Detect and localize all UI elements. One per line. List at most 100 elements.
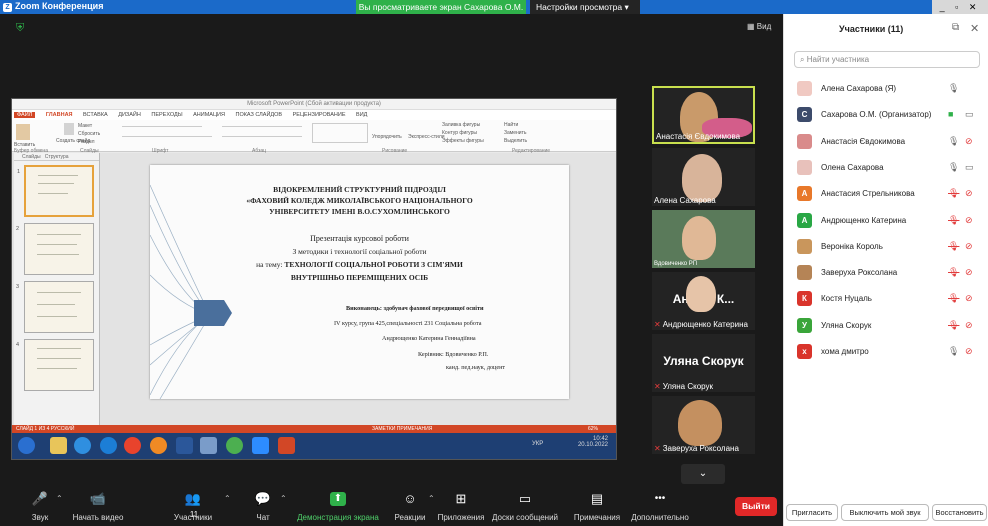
avatar: С (797, 107, 812, 123)
video-tile[interactable]: Алена Сахарова (652, 148, 755, 206)
font-box[interactable] (122, 126, 202, 127)
restore-button[interactable]: Восстановить (932, 504, 987, 521)
ribbon-item[interactable]: Упорядочить (372, 134, 402, 140)
apps-button[interactable]: ⊞ Приложения (436, 486, 486, 526)
caret-up-icon[interactable]: ⌃ (56, 494, 63, 503)
more-button[interactable]: ••• Дополнительно (628, 486, 692, 526)
caret-up-icon[interactable]: ⌃ (428, 494, 435, 503)
ppt-tab[interactable]: ВИД (356, 112, 367, 118)
ppt-tab[interactable]: ПОКАЗ СЛАЙДОВ (235, 112, 282, 118)
participant-search-input[interactable]: ⌕ Найти участника (794, 51, 980, 68)
mute-me-button[interactable]: Выключить мой звук (841, 504, 929, 521)
ribbon-item[interactable]: Контур фигуры (442, 130, 477, 136)
leave-button[interactable]: Выйти (735, 497, 777, 516)
ppt-zoom-level[interactable]: 62% (588, 425, 598, 433)
teams-icon[interactable] (100, 437, 117, 454)
start-icon[interactable] (18, 437, 35, 454)
ppt-tab[interactable]: РЕЦЕНЗИРОВАНИЕ (293, 112, 346, 118)
participant-row[interactable]: х хома дмитро 🎙 ⊘ (784, 339, 988, 365)
ppt-status-text: СЛАЙД 1 ИЗ 4 РУССКИЙ (16, 426, 75, 432)
video-tile[interactable]: Вдовиченко РП (652, 210, 755, 268)
participant-row[interactable]: К Костя Нуцаль 🎙 ⊘ (784, 286, 988, 312)
participant-row[interactable]: Анастасія Євдокимова 🎙 ⊘ (784, 129, 988, 155)
scroll-down-chevron-icon[interactable]: ⌄ (681, 464, 725, 484)
video-off-icon: ⊘ (965, 135, 973, 146)
invite-button[interactable]: Пригласить (786, 504, 838, 521)
slide-thumbnail[interactable]: 2 (16, 223, 94, 275)
participant-row[interactable]: Заверуха Роксолана 🎙 ⊘ (784, 260, 988, 286)
ribbon-item[interactable]: Макет (78, 123, 92, 129)
explorer-icon[interactable] (50, 437, 67, 454)
slide-thumbnail[interactable]: 1 (17, 165, 94, 217)
video-tile[interactable]: Уляна Скорук ✕ Уляна Скорук (652, 334, 755, 392)
slide-thumbnail[interactable]: 4 (16, 339, 94, 391)
ribbon-item[interactable]: Раздел (78, 139, 95, 145)
chat-button[interactable]: 💬 ⌃ Чат (246, 486, 287, 526)
ppt-tab[interactable]: ДИЗАЙН (118, 112, 141, 118)
ppt-tab[interactable]: ФАЙЛ (14, 112, 36, 118)
new-slide-icon[interactable] (64, 123, 74, 135)
video-tile[interactable]: Андр... К... ✕Андрющенко Катерина (652, 272, 755, 330)
ribbon-item[interactable]: Сбросить (78, 131, 100, 137)
caret-up-icon[interactable]: ⌃ (280, 494, 287, 503)
chrome-icon[interactable] (226, 437, 243, 454)
mic-muted-icon: 🎙 (948, 188, 960, 199)
ribbon-item[interactable]: Экспресс-стили (408, 134, 445, 140)
close-icon[interactable]: ✕ (970, 22, 979, 35)
video-tile[interactable]: ✕ Заверуха Роксолана (652, 396, 755, 454)
participant-row[interactable]: С Сахарова О.М. (Организатор) ■ ▭ (784, 102, 988, 128)
ppt-tab[interactable]: ПЕРЕХОДЫ (151, 112, 182, 118)
thumbs-tab[interactable]: Слайды (22, 154, 41, 160)
files-icon[interactable] (200, 437, 217, 454)
thumbs-header: Слайды Структура (14, 153, 99, 161)
share-screen-button[interactable]: ⬆ Демонстрация экрана (296, 486, 380, 526)
notes-button[interactable]: ▤ Примечания (568, 486, 626, 526)
shapes-gallery[interactable] (312, 123, 368, 143)
ribbon-item[interactable]: Найти (504, 122, 518, 128)
window-controls[interactable]: _ ▫ ✕ (932, 0, 988, 14)
participant-row[interactable]: А Анастасия Стрельникова 🎙 ⊘ (784, 181, 988, 207)
caret-up-icon[interactable]: ⌃ (224, 494, 231, 503)
whiteboards-button[interactable]: ▭ Доски сообщений (492, 486, 558, 526)
audio-button[interactable]: 🎤 ⌃ Звук (20, 486, 63, 526)
view-options-button[interactable]: Настройки просмотра ▾ (530, 0, 640, 14)
video-tile[interactable]: Анастасія Євдокимова (652, 86, 755, 144)
taskbar-lang[interactable]: УКР (532, 441, 543, 447)
opera-icon[interactable] (124, 437, 141, 454)
paste-icon[interactable] (16, 124, 30, 140)
slide-heading-line: УНІВЕРСИТЕТУ ІМЕНІ В.О.СУХОМЛИНСЬКОГО (269, 207, 450, 216)
slide-supervisor-line: Керівник: Вдовиченко Р.П. (418, 351, 489, 358)
ribbon-item[interactable]: Эффекты фигуры (442, 138, 484, 144)
reactions-button[interactable]: ☺ ⌃ Реакции (390, 486, 435, 526)
participants-button[interactable]: 👥11 ⌃ Участники (168, 486, 231, 526)
participant-row[interactable]: Вероніка Король 🎙 ⊘ (784, 234, 988, 260)
slide-canvas[interactable]: ВІДОКРЕМЛЕНИЙ СТРУКТУРНИЙ ПІДРОЗДІЛ «ФАХ… (150, 165, 569, 399)
powerpoint-icon[interactable] (278, 437, 295, 454)
firefox-icon[interactable] (150, 437, 167, 454)
slide-thumbnail[interactable]: 3 (16, 281, 94, 333)
participant-row[interactable]: А Андрющенко Катерина 🎙 ⊘ (784, 208, 988, 234)
slide-presentation-line: З методики і технології соціальної робот… (292, 247, 427, 256)
edge-icon[interactable] (74, 437, 91, 454)
participant-row[interactable]: Алена Сахарова (Я) 🎙 (784, 76, 988, 102)
video-off-icon: ⊘ (965, 267, 973, 278)
popout-icon[interactable]: ⧉ (952, 22, 959, 33)
participant-video (678, 400, 722, 446)
thumb-line (38, 183, 74, 184)
participant-row[interactable]: Олена Сахарова 🎙 ▭ (784, 155, 988, 181)
encryption-shield-icon[interactable]: ⛨ (16, 22, 26, 34)
word-icon[interactable] (176, 437, 193, 454)
ppt-tab[interactable]: ВСТАВКА (83, 112, 108, 118)
ppt-tab[interactable]: ГЛАВНАЯ (46, 112, 73, 118)
start-video-button[interactable]: 📹 Начать видео (70, 486, 126, 526)
ppt-notes-buttons[interactable]: ЗАМЕТКИ ПРИМЕЧАНИЯ (372, 425, 432, 433)
view-button[interactable]: ▦ Вид (747, 22, 771, 31)
participant-row[interactable]: У Уляна Скорук 🎙 ⊘ (784, 313, 988, 339)
shared-screen[interactable]: Microsoft PowerPoint (Сбой активации про… (11, 98, 617, 460)
ribbon-item[interactable]: Заменить (504, 130, 526, 136)
ppt-tab[interactable]: АНИМАЦИЯ (193, 112, 225, 118)
zoom-app-icon[interactable] (252, 437, 269, 454)
ribbon-item[interactable]: Заливка фигуры (442, 122, 480, 128)
thumbs-tab[interactable]: Структура (45, 154, 69, 160)
ribbon-item[interactable]: Выделить (504, 138, 527, 144)
